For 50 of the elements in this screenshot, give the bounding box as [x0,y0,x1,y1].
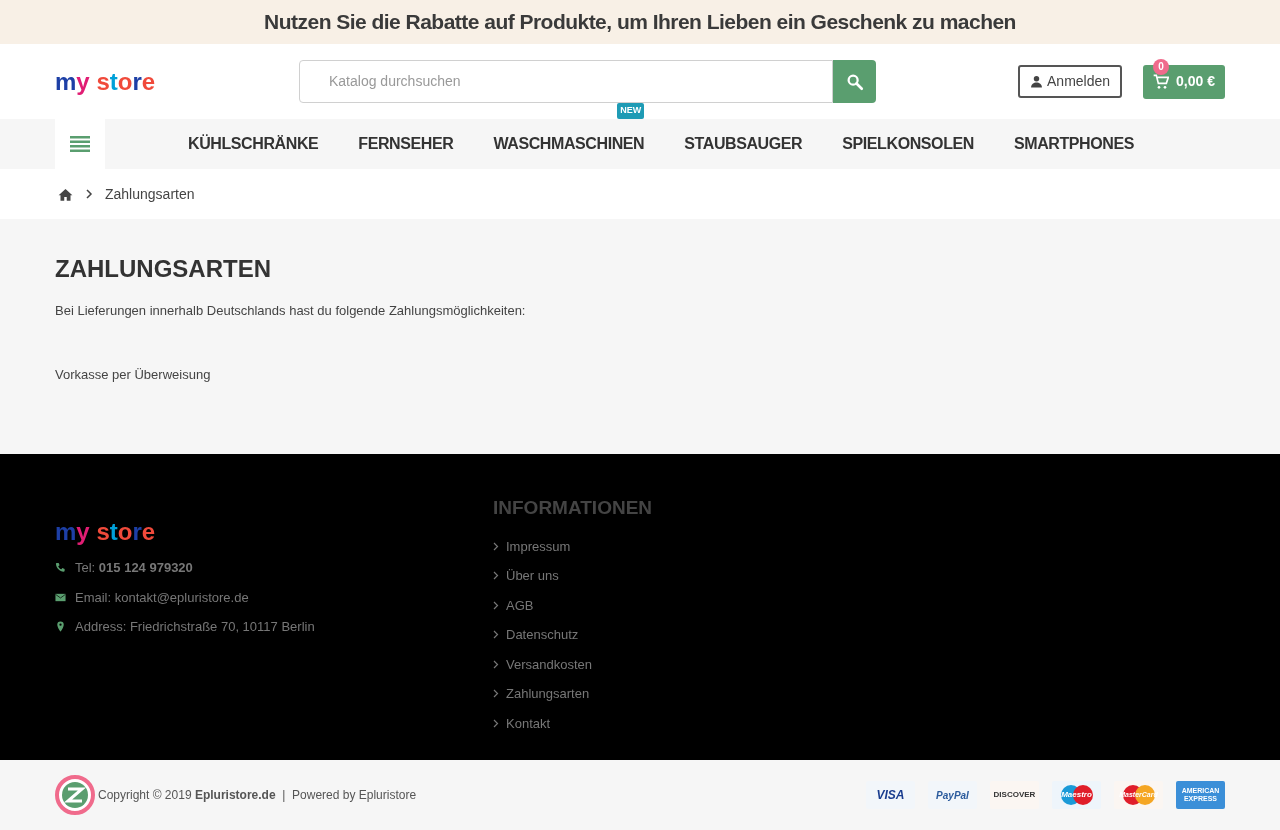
chevron-right-icon [493,571,499,581]
chevron-right-icon [493,541,499,551]
contact-text: Tel: 015 124 979320 [75,559,193,577]
contact-text: Email: kontakt@epluristore.de [75,588,249,607]
cart-icon [1153,73,1170,90]
paragraph: Vorkasse per Überweisung [55,365,212,384]
menu-icon [70,136,90,152]
chevron-right-icon [493,600,499,610]
promo-banner-text: Nutzen Sie die Rabatte auf Produkte, um Ihren Lieben ein Geschenk zu machen [264,9,1016,36]
chevron-right-icon [493,689,499,699]
footer-link[interactable]: Impressum [506,536,571,556]
nav-link[interactable]: SMARTPHONES [1013,135,1135,152]
home-icon[interactable] [58,187,73,201]
footer-heading: INFORMATIONEN [493,496,653,520]
envelope-icon [55,591,66,603]
nav-link[interactable]: KÜHLSCHRÄNKE [188,135,319,152]
payment-card-logo: VISA [866,781,915,809]
payment-card-logo: PayPal [928,781,977,809]
phone-icon [55,562,66,574]
search-icon [845,72,864,91]
footer-link[interactable]: AGB [506,595,534,615]
page-title: ZAHLUNGSARTEN [55,254,272,284]
cart-count-badge: 0 [1153,58,1170,75]
nav-link[interactable]: FERNSEHER [358,135,454,152]
footer-logo[interactable]: my store [55,514,493,550]
payment-card-logo: DISCOVER [990,781,1039,809]
footer-link[interactable]: Kontakt [506,713,551,733]
map-pin-icon [55,621,66,633]
nav-link[interactable]: STAUBSAUGER [684,135,803,152]
copyright-text: Copyright © 2019 Epluristore.de | Powered by Epluristore [98,787,417,804]
store-logo[interactable]: my store [55,63,299,100]
contact-text: Address: Friedrichstraße 70, 10117 Berlin [75,618,315,636]
new-badge: NEW [617,103,645,119]
login-button[interactable]: Anmelden [1018,65,1123,98]
search-field[interactable]: Katalog durchsuchen [299,60,833,103]
footer-link[interactable]: Zahlungsarten [506,684,590,704]
footer-link[interactable]: Versandkosten [506,654,592,674]
brand-badge-icon [55,775,95,815]
paragraph: Bei Lieferungen innerhalb Deutschlands hast du folgende Zahlungsmöglichkeiten: [55,302,527,320]
chevron-right-icon [493,630,499,640]
footer-link[interactable]: Datenschutz [506,625,579,645]
nav-link[interactable]: WASCHMASCHINEN [493,135,645,152]
search-button[interactable] [833,60,876,103]
person-icon [1030,75,1043,88]
nav-link[interactable]: SPIELKONSOLEN [842,135,974,152]
breadcrumb-item[interactable]: Zahlungsarten [105,183,195,205]
chevron-right-icon [493,718,499,728]
chevron-right-icon [85,189,93,199]
chevron-right-icon [493,659,499,669]
footer-link[interactable]: Über uns [506,566,559,586]
